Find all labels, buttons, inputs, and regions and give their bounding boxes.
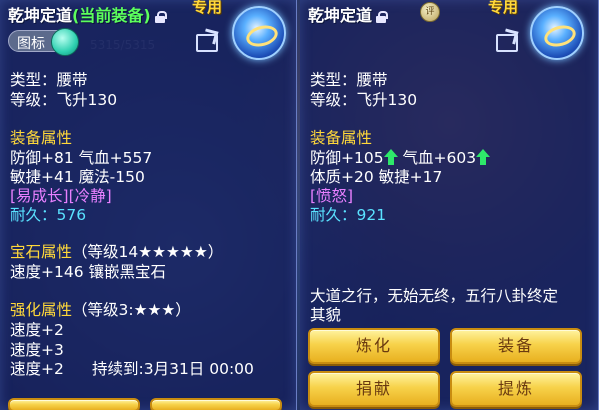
enhance-line-2: 速度+3 <box>10 341 64 359</box>
item-description-line-2: 其貌 <box>310 306 342 324</box>
icon-toggle[interactable]: 图标 <box>8 28 79 56</box>
up-arrow-icon <box>476 149 491 165</box>
exclusive-label: 专用 <box>192 0 223 16</box>
belt-item-icon <box>530 6 584 60</box>
belt-item-icon <box>232 6 286 60</box>
donate-button[interactable]: 捐献 <box>308 371 440 407</box>
current-equipment-panel: 乾坤定道(当前装备) 专用 图标 类型：腰带 等级：飞升130 装备属性 防御+… <box>0 0 297 410</box>
item-name: 乾坤定道 <box>308 6 373 25</box>
hp-value: 气血+603 <box>402 149 477 167</box>
enhance-level: （等级3:★★★） <box>72 301 191 319</box>
current-equipped-label: (当前装备) <box>72 6 151 25</box>
enhance-attr-header: 强化属性 <box>10 301 73 319</box>
gem-line: 速度+146 镶嵌黑宝石 <box>10 263 166 281</box>
item-type: 类型：腰带 <box>10 71 88 89</box>
compare-equipment-panel: 乾坤定道 评 专用 类型：腰带 等级：飞升130 装备属性 防御+105 气血+… <box>300 0 599 410</box>
gem-attr-header: 宝石属性 <box>10 243 73 261</box>
refine-button[interactable]: 炼化 <box>308 328 440 364</box>
defense-value: 防御+105 <box>310 149 384 167</box>
left-bottom-button-1[interactable] <box>8 398 140 410</box>
enhance-line-1: 速度+2 <box>10 321 64 339</box>
item-level: 等级：飞升130 <box>10 91 118 109</box>
item-level: 等级：飞升130 <box>310 91 418 109</box>
enhance-attr-row: 强化属性（等级3:★★★） <box>10 300 191 320</box>
enhance-duration: 持续到:3月31日 00:00 <box>92 360 254 378</box>
equip-button[interactable]: 装备 <box>450 328 582 364</box>
current-equipment-title: 乾坤定道(当前装备) <box>8 2 167 25</box>
compare-equipment-title: 乾坤定道 <box>308 2 389 25</box>
special-traits: [愤怒] <box>310 187 354 205</box>
lock-icon <box>376 10 389 23</box>
left-bottom-button-2[interactable] <box>150 398 282 410</box>
durability: 耐久：576 <box>10 206 87 224</box>
extract-button[interactable]: 提炼 <box>450 371 582 407</box>
attr-line-1: 防御+105 气血+603 <box>310 148 491 168</box>
up-arrow-icon <box>383 149 398 165</box>
share-icon[interactable] <box>496 34 518 52</box>
attr-line-1: 防御+81 气血+557 <box>10 149 153 167</box>
exclusive-label: 专用 <box>488 0 519 16</box>
attr-line-2: 体质+20 敏捷+17 <box>310 168 443 186</box>
attr-line-2: 敏捷+41 魔法-150 <box>10 168 145 186</box>
item-description-line-1: 大道之行，无始无终，五行八卦终定 <box>310 287 559 305</box>
lock-icon <box>154 10 167 23</box>
item-type: 类型：腰带 <box>310 71 388 89</box>
toggle-knob[interactable] <box>51 28 79 56</box>
share-icon[interactable] <box>196 34 218 52</box>
rating-badge-icon: 评 <box>420 2 440 22</box>
icon-toggle-label: 图标 <box>17 36 45 52</box>
special-traits: [易成长][冷静] <box>10 187 112 205</box>
equipment-attr-header: 装备属性 <box>310 129 373 147</box>
item-name: 乾坤定道 <box>8 6 73 25</box>
equipment-attr-header: 装备属性 <box>10 129 73 147</box>
durability: 耐久：921 <box>310 206 387 224</box>
enhance-line-3: 速度+2 <box>10 360 64 378</box>
gem-attr-row: 宝石属性（等级14★★★★★） <box>10 242 223 262</box>
gem-level: （等级14★★★★★） <box>72 243 224 261</box>
